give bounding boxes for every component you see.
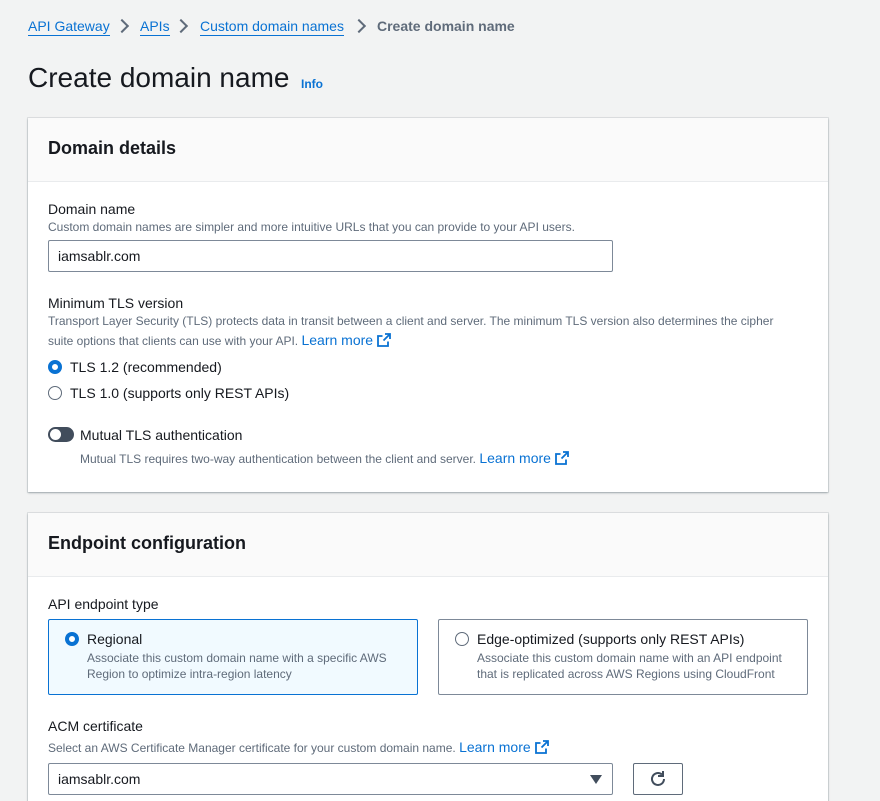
- breadcrumb-current: Create domain name: [377, 18, 515, 34]
- edge-title: Edge-optimized (supports only REST APIs): [477, 631, 745, 647]
- regional-title: Regional: [87, 631, 143, 647]
- regional-radio[interactable]: [65, 632, 79, 646]
- panel-header: Endpoint configuration: [28, 513, 828, 577]
- edge-description: Associate this custom domain name with a…: [477, 651, 782, 681]
- mutual-tls-learn-more-text: Learn more: [479, 450, 551, 466]
- tls12-radio[interactable]: [48, 360, 62, 374]
- acm-description: Select an AWS Certificate Manager certif…: [48, 738, 549, 758]
- domain-name-value: iamsablr.com: [58, 248, 141, 264]
- mutual-tls-label: Mutual TLS authentication: [80, 427, 243, 443]
- acm-learn-more-link[interactable]: Learn more: [459, 739, 549, 755]
- panel-title: Domain details: [48, 138, 177, 158]
- external-link-icon: [555, 451, 569, 465]
- mutual-tls-description-text: Mutual TLS requires two-way authenticati…: [80, 452, 476, 466]
- acm-description-text: Select an AWS Certificate Manager certif…: [48, 741, 456, 755]
- external-link-icon: [377, 333, 391, 347]
- tls-learn-more-text: Learn more: [301, 332, 374, 348]
- tls-description-text: Transport Layer Security (TLS) protects …: [48, 314, 774, 348]
- mutual-tls-toggle[interactable]: [48, 427, 74, 442]
- endpoint-configuration-panel: Endpoint configuration API endpoint type…: [28, 513, 828, 801]
- domain-name-input[interactable]: iamsablr.com: [48, 240, 613, 272]
- toggle-knob: [50, 429, 61, 440]
- caret-down-icon: [590, 775, 602, 784]
- page-title: Create domain name: [28, 62, 290, 93]
- panel-header: Domain details: [28, 118, 828, 182]
- refresh-button[interactable]: [633, 763, 683, 795]
- endpoint-edge-tile[interactable]: Edge-optimized (supports only REST APIs)…: [438, 619, 808, 695]
- tls-learn-more-link[interactable]: Learn more: [301, 332, 391, 348]
- mutual-tls-learn-more-link[interactable]: Learn more: [479, 450, 569, 466]
- info-link[interactable]: Info: [301, 77, 323, 91]
- acm-label: ACM certificate: [48, 718, 143, 734]
- acm-certificate-value: iamsablr.com: [58, 771, 141, 787]
- mutual-tls-description: Mutual TLS requires two-way authenticati…: [80, 449, 569, 469]
- domain-details-panel: Domain details Domain name Custom domain…: [28, 118, 828, 492]
- chevron-right-icon: [351, 18, 367, 34]
- regional-description: Associate this custom domain name with a…: [87, 651, 387, 681]
- domain-name-label: Domain name: [48, 201, 136, 217]
- endpoint-regional-tile[interactable]: Regional Associate this custom domain na…: [48, 619, 418, 695]
- domain-name-description: Custom domain names are simpler and more…: [48, 220, 575, 234]
- endpoint-type-label: API endpoint type: [48, 596, 159, 612]
- refresh-icon: [651, 771, 665, 786]
- tls-description: Transport Layer Security (TLS) protects …: [48, 312, 798, 351]
- tls10-radio[interactable]: [48, 386, 62, 400]
- chevron-right-icon: [114, 18, 130, 34]
- acm-learn-more-text: Learn more: [459, 739, 531, 755]
- tls10-label[interactable]: TLS 1.0 (supports only REST APIs): [70, 385, 289, 401]
- panel-title: Endpoint configuration: [48, 533, 246, 553]
- breadcrumb-custom-domain-names[interactable]: Custom domain names: [200, 18, 344, 36]
- tls12-label[interactable]: TLS 1.2 (recommended): [70, 359, 222, 375]
- acm-certificate-select[interactable]: iamsablr.com: [48, 763, 613, 795]
- breadcrumb-api-gateway[interactable]: API Gateway: [28, 18, 110, 36]
- tls-label: Minimum TLS version: [48, 295, 184, 311]
- external-link-icon: [534, 740, 549, 754]
- chevron-right-icon: [173, 18, 189, 34]
- edge-radio[interactable]: [455, 632, 469, 646]
- breadcrumb-apis[interactable]: APIs: [140, 18, 170, 36]
